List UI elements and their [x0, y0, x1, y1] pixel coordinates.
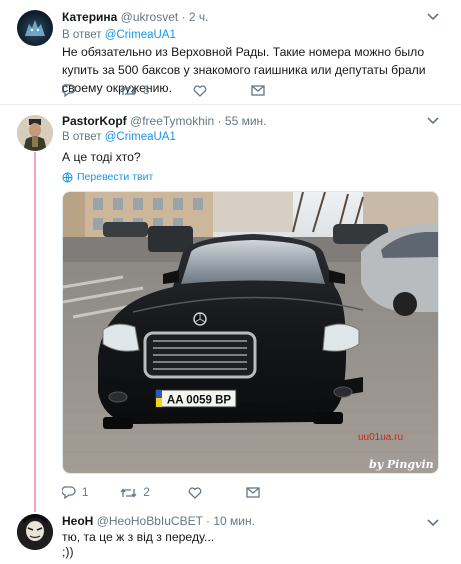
- retweet-button[interactable]: 2: [120, 486, 150, 499]
- reply-mention-link[interactable]: @CrimeaUA1: [105, 131, 176, 143]
- portrait-avatar-icon: [17, 115, 53, 151]
- globe-icon: [62, 172, 73, 182]
- tweet-actions: 1 2: [62, 486, 300, 499]
- reply-count: 1: [82, 486, 89, 499]
- car-photo-image: AA 0059 BP uu01ua.ru by Pingvin: [63, 192, 438, 473]
- avatar[interactable]: [17, 514, 53, 550]
- tweet-header: НеоН @НеоНоВbIuCBET · 10 мин.: [62, 514, 255, 528]
- user-handle[interactable]: @НеоНоВbIuCBET: [97, 514, 203, 528]
- reply-mention-link[interactable]: @CrimeaUA1: [105, 29, 176, 41]
- tweet-neon: НеоН @НеоНоВbIuCBET · 10 мин. тю, та це …: [0, 508, 461, 564]
- wolf-avatar-icon: [25, 20, 45, 36]
- reply-button[interactable]: [62, 84, 76, 97]
- retweet-count: 2: [143, 486, 150, 499]
- masked-figure-avatar-icon: [17, 514, 53, 550]
- heart-icon: [194, 84, 207, 97]
- retweet-icon: [120, 487, 137, 498]
- envelope-icon: [246, 487, 260, 498]
- translate-label: Перевести твит: [77, 171, 154, 183]
- tweet-actions: 3: [62, 84, 305, 97]
- tweet-text-line: ;)): [62, 545, 74, 559]
- reply-context: В ответ @CrimeaUA1: [62, 131, 176, 143]
- avatar[interactable]: [17, 10, 53, 46]
- tweet-photo[interactable]: AA 0059 BP uu01ua.ru by Pingvin: [62, 191, 439, 474]
- user-handle[interactable]: @freeTymokhin: [130, 114, 214, 128]
- retweet-count: 3: [143, 84, 150, 97]
- reply-context: В ответ @CrimeaUA1: [62, 29, 176, 41]
- retweet-button[interactable]: 3: [120, 85, 149, 97]
- watermark-author: by Pingvin: [369, 458, 434, 471]
- reply-prefix: В ответ: [62, 29, 102, 41]
- chevron-down-icon[interactable]: [427, 10, 439, 24]
- user-handle[interactable]: @ukrosvet: [121, 10, 179, 24]
- direct-message-button[interactable]: [246, 487, 260, 498]
- like-button[interactable]: [193, 84, 207, 97]
- heart-icon: [188, 486, 202, 499]
- like-button[interactable]: [188, 486, 202, 499]
- tweet-header: Катерина @ukrosvet · 2 ч.: [62, 10, 209, 24]
- translate-tweet-link[interactable]: Перевести твит: [62, 171, 153, 183]
- reply-button[interactable]: 1: [62, 486, 88, 499]
- timestamp[interactable]: · 2 ч.: [182, 10, 209, 24]
- display-name[interactable]: НеоН: [62, 514, 93, 528]
- tweet-text: А це тоді хто?: [62, 150, 141, 164]
- avatar[interactable]: [17, 115, 53, 151]
- display-name[interactable]: Катерина: [62, 10, 117, 24]
- direct-message-button[interactable]: [251, 85, 266, 96]
- timestamp[interactable]: · 10 мин.: [206, 514, 255, 528]
- license-plate-text: AA 0059 BP: [167, 395, 231, 407]
- tweet-header: PastorKopf @freeTymokhin · 55 мин.: [62, 114, 267, 128]
- envelope-icon: [251, 85, 266, 96]
- timestamp[interactable]: · 55 мин.: [218, 114, 267, 128]
- chevron-down-icon[interactable]: [427, 114, 439, 128]
- retweet-icon: [120, 85, 137, 96]
- watermark-site: uu01ua.ru: [358, 432, 403, 443]
- reply-prefix: В ответ: [62, 131, 102, 143]
- tweet-katerina: Катерина @ukrosvet · 2 ч. В ответ @Crime…: [0, 0, 461, 104]
- reply-icon: [62, 486, 76, 499]
- display-name[interactable]: PastorKopf: [62, 114, 127, 128]
- reply-icon: [62, 84, 76, 97]
